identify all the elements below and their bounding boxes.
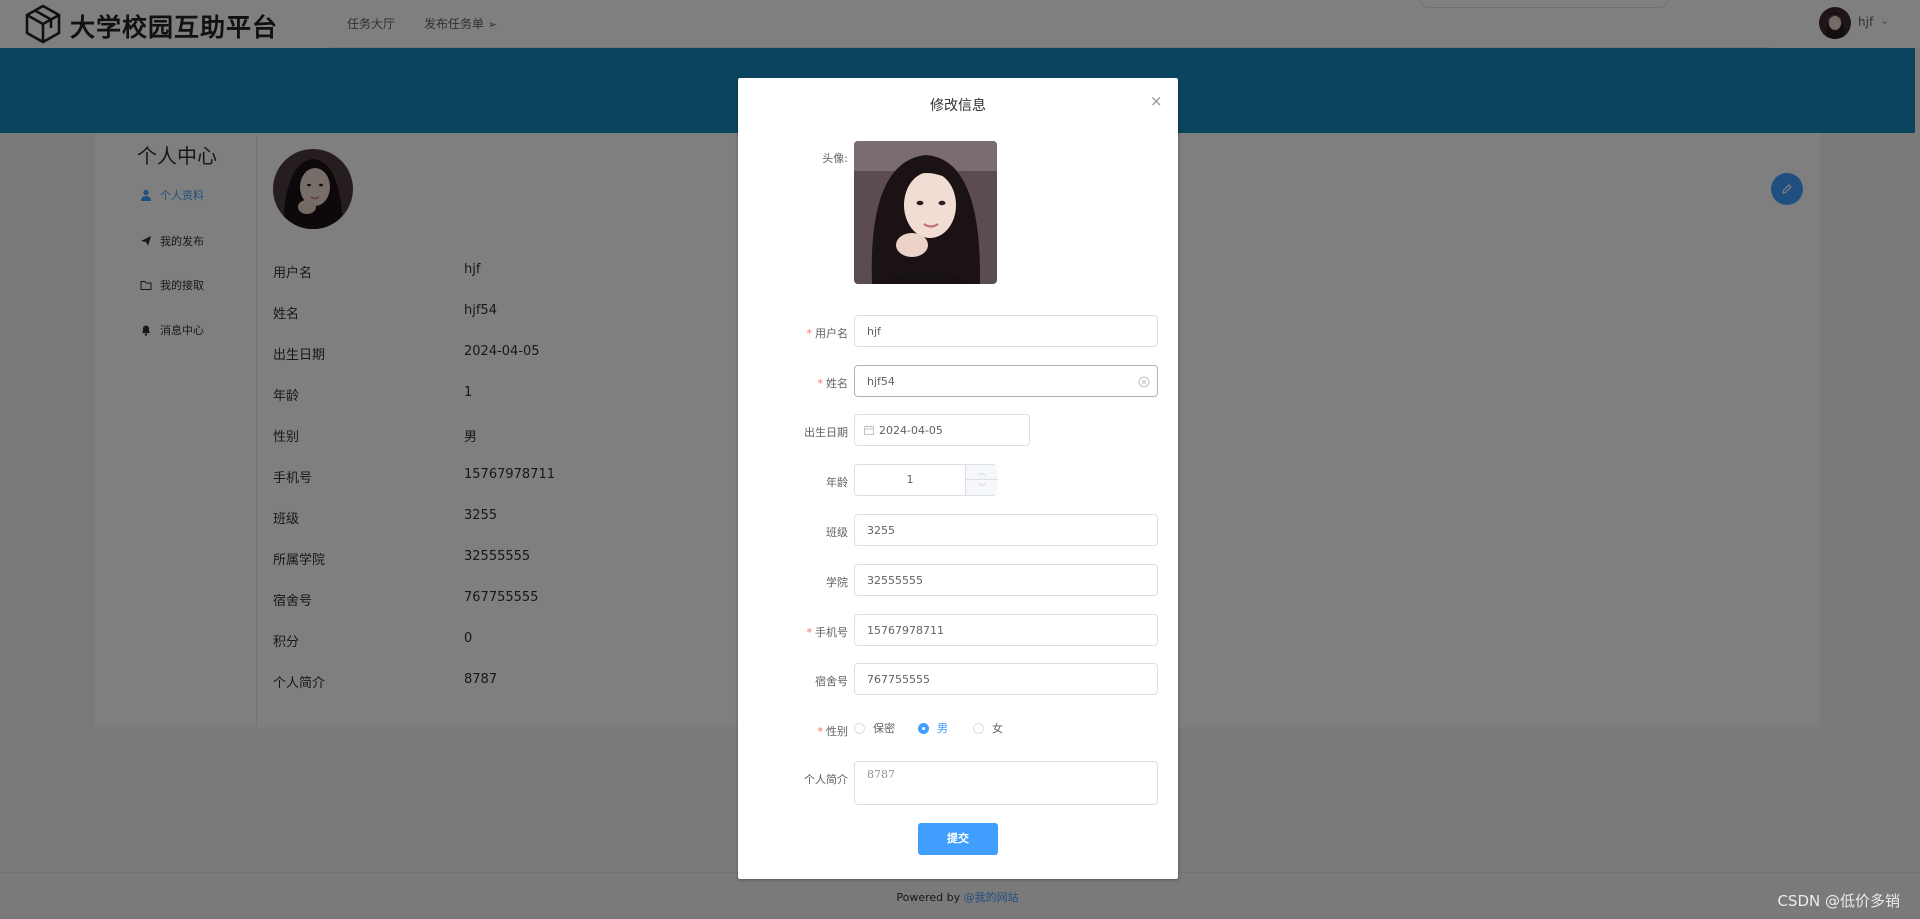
watermark: CSDN @低价多销: [1777, 892, 1900, 910]
radio-dot: [854, 722, 865, 734]
phone-input[interactable]: [854, 614, 1158, 646]
radio-dot: [973, 722, 984, 734]
gender-radio-male[interactable]: 男: [918, 720, 948, 736]
bio-textarea[interactable]: 8787: [854, 761, 1158, 805]
calendar-icon: [864, 425, 874, 435]
gender-radio-secret[interactable]: 保密: [854, 720, 895, 736]
stepper-controls: ︿ ﹀: [965, 465, 998, 495]
close-icon[interactable]: ×: [1150, 92, 1163, 110]
avatar-label: 头像:: [822, 152, 848, 165]
bio-label: 个人简介: [804, 773, 848, 786]
name-label: * 姓名: [817, 377, 849, 390]
username-input[interactable]: [854, 315, 1158, 347]
dialog-title: 修改信息: [930, 98, 986, 114]
college-input[interactable]: [854, 564, 1158, 596]
radio-dot: [918, 722, 929, 734]
avatar-uploader[interactable]: [854, 141, 997, 284]
edit-info-dialog: 修改信息 × 头像: *用户名 *姓名 出生日期 2024-04-05 年龄 1…: [738, 78, 1178, 879]
birth-date-value: 2024-04-05: [879, 423, 943, 437]
dorm-input[interactable]: [854, 663, 1158, 695]
class-label: 班级: [826, 526, 848, 539]
age-stepper[interactable]: 1 ︿ ﹀: [854, 464, 998, 496]
dorm-label: 宿舍号: [815, 675, 848, 688]
college-label: 学院: [826, 576, 848, 589]
phone-label: * 手机号: [806, 626, 849, 639]
submit-button[interactable]: 提交: [918, 823, 998, 855]
birth-date-picker[interactable]: 2024-04-05: [854, 414, 1030, 446]
chevron-up-icon[interactable]: ︿: [966, 465, 998, 480]
class-input[interactable]: [854, 514, 1158, 546]
gender-radio-female[interactable]: 女: [973, 720, 1003, 736]
birth-label: 出生日期: [804, 426, 848, 439]
chevron-down-icon[interactable]: ﹀: [966, 480, 998, 495]
name-input[interactable]: [854, 365, 1158, 397]
username-label: * 用户名: [806, 327, 849, 340]
age-label: 年龄: [826, 476, 848, 489]
clear-icon[interactable]: [1138, 376, 1150, 388]
gender-label: * 性别: [817, 725, 849, 738]
age-value[interactable]: 1: [855, 465, 965, 495]
